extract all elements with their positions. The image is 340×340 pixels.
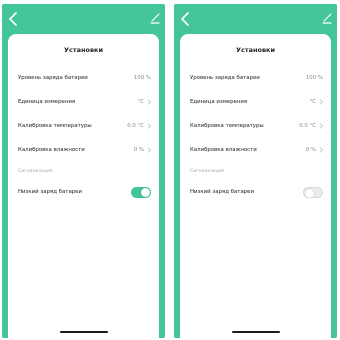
row-value: 100 % xyxy=(305,75,323,81)
row-value-wrap: °C xyxy=(138,99,151,105)
row-label: Калибровка температуры xyxy=(18,123,92,129)
row-value: 0 % xyxy=(133,147,144,153)
row-label: Низкий заряд батареи xyxy=(190,189,254,195)
settings-row-unit[interactable]: Единица измерения °C xyxy=(190,95,323,109)
row-label: Низкий заряд батареи xyxy=(18,189,82,195)
settings-row-temperature-calibration[interactable]: Калибровка температуры 0.0 °C xyxy=(18,119,151,133)
row-label: Калибровка влажности xyxy=(190,147,257,153)
comparison-stage: Установки Уровень заряда батареи 100 % Е… xyxy=(0,0,340,340)
row-value-wrap: °C xyxy=(310,99,323,105)
chevron-right-icon xyxy=(319,147,323,153)
phone-screen-right: Установки Уровень заряда батареи 100 % Е… xyxy=(174,4,337,338)
settings-row-low-battery-alarm: Низкий заряд батареи xyxy=(190,185,323,199)
low-battery-toggle[interactable] xyxy=(131,186,151,198)
chevron-right-icon xyxy=(147,123,151,129)
back-arrow-icon[interactable] xyxy=(8,12,18,26)
row-value-wrap: 0 % xyxy=(134,147,151,153)
toggle-knob xyxy=(141,187,150,197)
chevron-right-icon xyxy=(147,99,151,105)
chevron-right-icon xyxy=(147,147,151,153)
row-label: Уровень заряда батареи xyxy=(18,75,88,81)
edit-pencil-icon[interactable] xyxy=(150,12,160,24)
row-value: 100 % xyxy=(133,75,151,81)
row-label: Единица измерения xyxy=(190,99,248,105)
section-header-alarms: Сигнализация xyxy=(190,169,225,174)
chevron-right-icon xyxy=(319,99,323,105)
home-indicator[interactable] xyxy=(231,331,280,333)
home-indicator[interactable] xyxy=(59,331,108,333)
toggle-knob xyxy=(305,188,314,198)
row-label: Калибровка влажности xyxy=(18,147,85,153)
low-battery-toggle[interactable] xyxy=(303,186,323,198)
row-value: 0.0 °C xyxy=(299,123,316,129)
row-value: °C xyxy=(309,99,316,105)
top-bar xyxy=(2,4,165,34)
settings-row-battery-level[interactable]: Уровень заряда батареи 100 % xyxy=(190,71,323,85)
page-title: Установки xyxy=(235,46,276,54)
row-value-wrap: 0.0 °C xyxy=(299,123,323,129)
top-bar xyxy=(174,4,337,34)
phone-screen-left: Установки Уровень заряда батареи 100 % Е… xyxy=(2,4,165,338)
settings-row-humidity-calibration[interactable]: Калибровка влажности 0 % xyxy=(190,143,323,157)
row-value: 0.0 °C xyxy=(127,123,144,129)
row-value: °C xyxy=(137,99,144,105)
settings-sheet: Установки Уровень заряда батареи 100 % Е… xyxy=(180,34,331,338)
edit-pencil-icon[interactable] xyxy=(322,12,332,24)
settings-sheet: Установки Уровень заряда батареи 100 % Е… xyxy=(8,34,159,338)
row-value-wrap: 0.0 °C xyxy=(127,123,151,129)
settings-row-low-battery-alarm: Низкий заряд батареи xyxy=(18,185,151,199)
section-header-alarms: Сигнализация xyxy=(18,169,53,174)
row-value-wrap: 0 % xyxy=(306,147,323,153)
back-arrow-icon[interactable] xyxy=(180,12,190,26)
chevron-right-icon xyxy=(319,123,323,129)
settings-row-battery-level[interactable]: Уровень заряда батареи 100 % xyxy=(18,71,151,85)
settings-row-humidity-calibration[interactable]: Калибровка влажности 0 % xyxy=(18,143,151,157)
row-label: Единица измерения xyxy=(18,99,76,105)
row-label: Калибровка температуры xyxy=(190,123,264,129)
page-title: Установки xyxy=(63,46,104,54)
settings-row-unit[interactable]: Единица измерения °C xyxy=(18,95,151,109)
row-label: Уровень заряда батареи xyxy=(190,75,260,81)
settings-row-temperature-calibration[interactable]: Калибровка температуры 0.0 °C xyxy=(190,119,323,133)
row-value: 0 % xyxy=(305,147,316,153)
